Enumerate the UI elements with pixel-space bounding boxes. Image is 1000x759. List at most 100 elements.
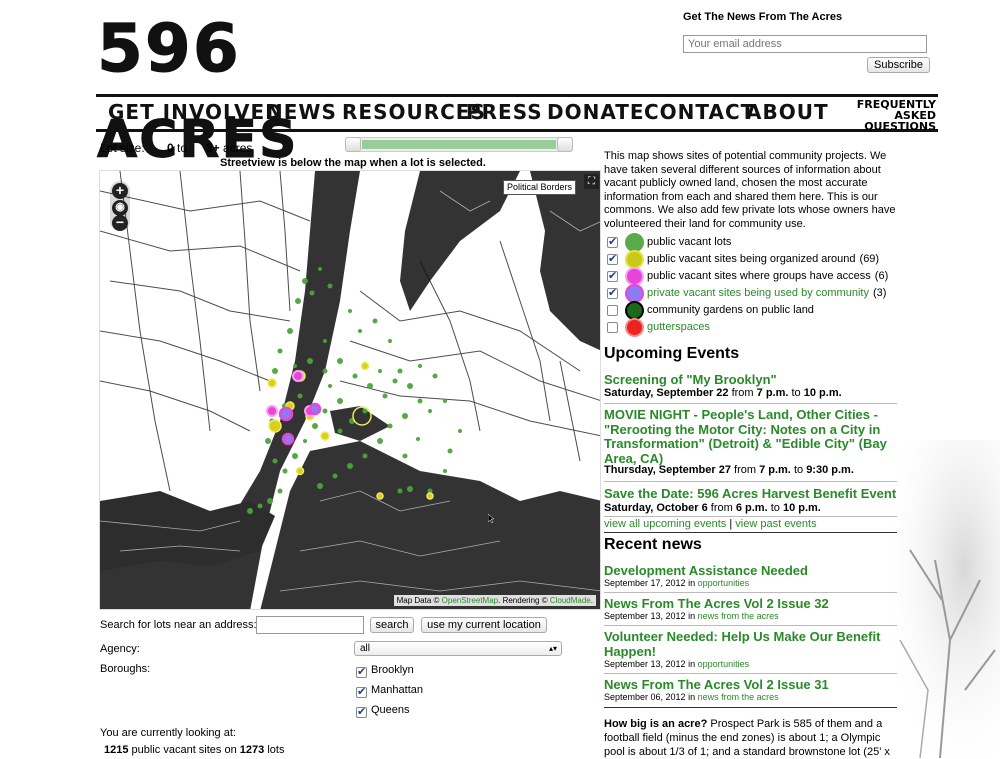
borough-brooklyn[interactable]: ✔ Brooklyn: [356, 664, 414, 678]
event-title[interactable]: Screening of "My Brooklyn": [604, 372, 899, 388]
news-title[interactable]: Volunteer Needed: Help Us Make Our Benef…: [604, 629, 899, 659]
event-date: Thursday, September 27 from 7 p.m. to 9:…: [604, 464, 854, 476]
slider-min-handle[interactable]: [345, 137, 361, 152]
select-arrows-icon: ▴▾: [548, 644, 557, 653]
nav-about[interactable]: ABOUT: [746, 100, 829, 124]
borough-queens[interactable]: ✔ Queens: [356, 704, 410, 718]
news-category-link[interactable]: opportunities: [698, 578, 750, 588]
nav-faq[interactable]: FREQUENTLY ASKED QUESTIONS: [844, 99, 936, 132]
logo-number: 596: [97, 10, 241, 88]
agency-select[interactable]: all ▴▾: [354, 641, 562, 656]
legend-checkbox[interactable]: ✔: [607, 253, 618, 265]
newsletter-title: Get The News From The Acres: [683, 11, 843, 23]
divider: [604, 625, 897, 626]
address-search-input[interactable]: [256, 616, 364, 634]
lot-size-slider[interactable]: [345, 137, 573, 152]
event-date: Saturday, October 6 from 6 p.m. to 10 p.…: [604, 502, 821, 514]
news-category-link[interactable]: news from the acres: [698, 611, 779, 621]
slider-max-handle[interactable]: [557, 137, 573, 152]
view-all-events-link[interactable]: view all upcoming events: [604, 518, 726, 530]
legend-item[interactable]: ✔ public vacant sites where groups have a…: [607, 268, 888, 284]
address-search-label: Search for lots near an address:: [100, 619, 257, 631]
legend-item[interactable]: ✔ private vacant sites being used by comm…: [607, 285, 886, 301]
event-title[interactable]: Save the Date: 596 Acres Harvest Benefit…: [604, 486, 899, 502]
legend-count: (3): [872, 287, 887, 299]
legend-swatch-icon: [627, 319, 642, 335]
divider: [604, 673, 897, 674]
legend-checkbox[interactable]: ✔: [607, 270, 618, 282]
borough-manhattan[interactable]: ✔ Manhattan: [356, 684, 423, 698]
legend-item[interactable]: ✔ public vacant sites being organized aro…: [607, 251, 879, 267]
legend-label: public vacant lots: [647, 236, 732, 248]
nav-get-involved[interactable]: GET INVOLVED: [108, 100, 283, 124]
zoom-out-button[interactable]: −: [112, 215, 128, 231]
email-field[interactable]: [683, 35, 927, 53]
lot-size-max: 3+ acres: [206, 141, 253, 155]
cloudmade-link[interactable]: CloudMade: [550, 596, 591, 605]
current-view-counts: 1215 public vacant sites on 1273 lots: [104, 744, 285, 756]
divider: [604, 481, 897, 482]
news-category-link[interactable]: news from the acres: [698, 692, 779, 702]
news-date: September 06, 2012 in news from the acre…: [604, 692, 779, 702]
divider: [604, 532, 897, 533]
legend-label[interactable]: gutterspaces: [647, 321, 710, 333]
legend-label: public vacant sites where groups have ac…: [647, 270, 871, 282]
subscribe-button[interactable]: Subscribe: [867, 57, 930, 73]
legend-checkbox[interactable]: [607, 321, 618, 333]
news-title[interactable]: Development Assistance Needed: [604, 563, 899, 579]
nav-contact[interactable]: CONTACT: [644, 100, 755, 124]
lot-size-min: 0 to: [167, 141, 188, 155]
legend-checkbox[interactable]: [607, 304, 618, 316]
divider: [604, 516, 897, 517]
legend-label[interactable]: private vacant sites being used by commu…: [647, 287, 869, 299]
nav-news[interactable]: NEWS: [266, 100, 337, 124]
events-links: view all upcoming events | view past eve…: [604, 518, 817, 530]
view-past-events-link[interactable]: view past events: [735, 518, 816, 530]
legend-checkbox[interactable]: ✔: [607, 236, 618, 248]
map-tiles: [100, 171, 600, 609]
news-title[interactable]: News From The Acres Vol 2 Issue 32: [604, 596, 899, 612]
news-title[interactable]: News From The Acres Vol 2 Issue 31: [604, 677, 899, 693]
news-category-link[interactable]: opportunities: [698, 659, 750, 669]
event-title[interactable]: MOVIE NIGHT - People's Land, Other Citie…: [604, 407, 899, 466]
lots-map[interactable]: + ◉ − Political Borders ⛶ Map Data © Ope…: [99, 170, 601, 610]
map-intro-text: This map shows sites of potential commun…: [604, 150, 896, 230]
acre-explainer: How big is an acre? Prospect Park is 585…: [604, 718, 890, 758]
legend-count: (6): [874, 270, 889, 282]
zoom-in-button[interactable]: +: [112, 183, 128, 199]
main-nav: GET INVOLVED NEWS RESOURCES PRESS DONATE…: [96, 94, 938, 132]
checkbox[interactable]: ✔: [356, 667, 367, 678]
checkbox[interactable]: ✔: [356, 707, 367, 718]
legend-count: (69): [859, 253, 880, 265]
legend-item[interactable]: community gardens on public land: [607, 302, 814, 318]
news-heading: Recent news: [604, 536, 702, 553]
site-logo[interactable]: 596 ACRES: [96, 6, 442, 171]
political-borders-toggle[interactable]: Political Borders: [503, 180, 577, 195]
slider-range: [362, 140, 556, 149]
nav-press[interactable]: PRESS: [466, 100, 543, 124]
legend-item[interactable]: ✔ public vacant lots: [607, 234, 731, 250]
legend-label: public vacant sites being organized arou…: [647, 253, 856, 265]
events-heading: Upcoming Events: [604, 345, 740, 362]
map-attribution: Map Data © OpenStreetMap. Rendering © Cl…: [393, 595, 596, 606]
mouse-cursor-icon: [488, 514, 494, 523]
osm-link[interactable]: OpenStreetMap: [442, 596, 498, 605]
legend-item[interactable]: gutterspaces: [607, 319, 710, 335]
news-date: September 17, 2012 in opportunities: [604, 578, 750, 588]
legend-swatch-icon: [627, 285, 642, 301]
boroughs-label: Boroughs:: [100, 663, 151, 675]
news-date: September 13, 2012 in news from the acre…: [604, 611, 779, 621]
nav-donate[interactable]: DONATE: [547, 100, 645, 124]
search-button[interactable]: search: [370, 617, 414, 633]
checkbox[interactable]: ✔: [356, 687, 367, 698]
divider: [604, 592, 897, 593]
current-location-button[interactable]: use my current location: [421, 617, 547, 633]
nav-resources[interactable]: RESOURCES: [342, 100, 486, 124]
legend-checkbox[interactable]: ✔: [607, 287, 618, 299]
faq-line-2: ASKED QUESTIONS: [864, 109, 936, 133]
fullscreen-icon[interactable]: ⛶: [584, 174, 599, 189]
agency-label: Agency:: [100, 643, 140, 655]
news-date: September 13, 2012 in opportunities: [604, 659, 750, 669]
legend-label: community gardens on public land: [647, 304, 814, 316]
legend-swatch-icon: [627, 251, 642, 267]
